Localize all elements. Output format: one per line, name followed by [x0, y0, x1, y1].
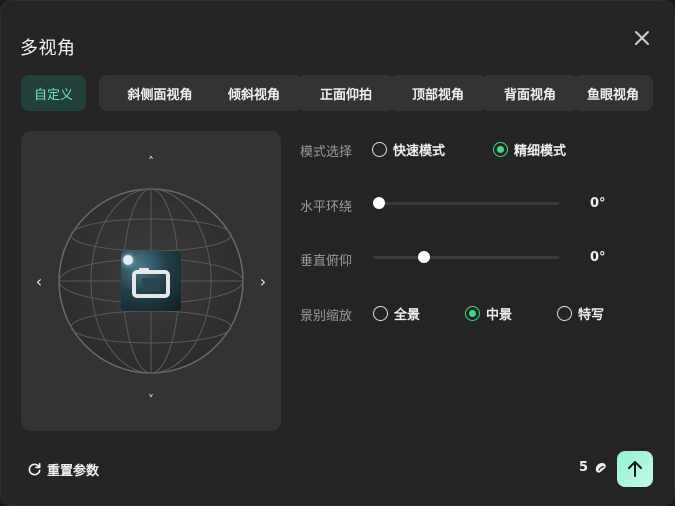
mode-label: 模式选择: [300, 145, 353, 160]
radio-full-shot[interactable]: 全景: [373, 304, 420, 323]
arrow-up-icon: [628, 461, 642, 477]
slider-track: [373, 202, 559, 205]
tab-tilted[interactable]: 倾斜视角: [205, 75, 303, 111]
bean-icon: [595, 462, 606, 473]
radio-label: 中景: [486, 308, 513, 323]
tab-custom[interactable]: 自定义: [21, 75, 86, 111]
horizontal-orbit-slider[interactable]: [373, 193, 559, 213]
radio-indicator: [372, 142, 387, 157]
radio-fine-mode[interactable]: 精细模式: [493, 140, 566, 159]
radio-label: 全景: [394, 308, 421, 323]
radio-indicator: [373, 306, 388, 321]
close-icon: [635, 31, 649, 45]
slider-track: [373, 256, 559, 259]
horizontal-orbit-label: 水平环绕: [300, 200, 353, 215]
slider-thumb[interactable]: [418, 251, 431, 263]
shot-scale-label: 景别缩放: [300, 309, 353, 324]
credit-cost: 5: [579, 460, 608, 475]
radio-medium-shot[interactable]: 中景: [465, 304, 512, 323]
radio-indicator: [493, 142, 508, 157]
tab-top[interactable]: 顶部视角: [389, 75, 487, 111]
vertical-pitch-label: 垂直俯仰: [300, 254, 353, 269]
vertical-pitch-value: 0°: [590, 250, 606, 265]
radio-label: 精细模式: [514, 144, 567, 159]
tab-back[interactable]: 背面视角: [481, 75, 579, 111]
reset-label: 重置参数: [47, 464, 100, 479]
multi-view-dialog: 多视角 自定义 斜侧面视角 倾斜视角 正面仰拍 顶部视角 背面视角 鱼眼视角 ˄…: [0, 0, 675, 506]
vertical-pitch-slider[interactable]: [373, 247, 559, 267]
close-button[interactable]: [629, 25, 655, 51]
radio-label: 快速模式: [393, 144, 446, 159]
tab-oblique-side[interactable]: 斜侧面视角: [99, 75, 221, 111]
radio-close-up[interactable]: 特写: [557, 304, 604, 323]
view-angle-viewer[interactable]: ˄ ˅ ‹ ›: [21, 131, 281, 431]
radio-indicator: [557, 306, 572, 321]
tab-fisheye[interactable]: 鱼眼视角: [573, 75, 653, 111]
tab-front-low-angle[interactable]: 正面仰拍: [297, 75, 395, 111]
submit-button[interactable]: [617, 451, 653, 487]
credit-count: 5: [579, 460, 589, 475]
radio-fast-mode[interactable]: 快速模式: [372, 140, 445, 159]
refresh-icon: [28, 462, 41, 476]
horizontal-orbit-value: 0°: [590, 196, 606, 211]
camera-preview: [121, 251, 181, 311]
camera-icon: [132, 268, 170, 298]
radio-label: 特写: [578, 308, 605, 323]
slider-thumb[interactable]: [373, 197, 385, 209]
dialog-title: 多视角: [20, 38, 76, 59]
reset-params-button[interactable]: 重置参数: [27, 460, 99, 479]
radio-indicator: [465, 306, 480, 321]
